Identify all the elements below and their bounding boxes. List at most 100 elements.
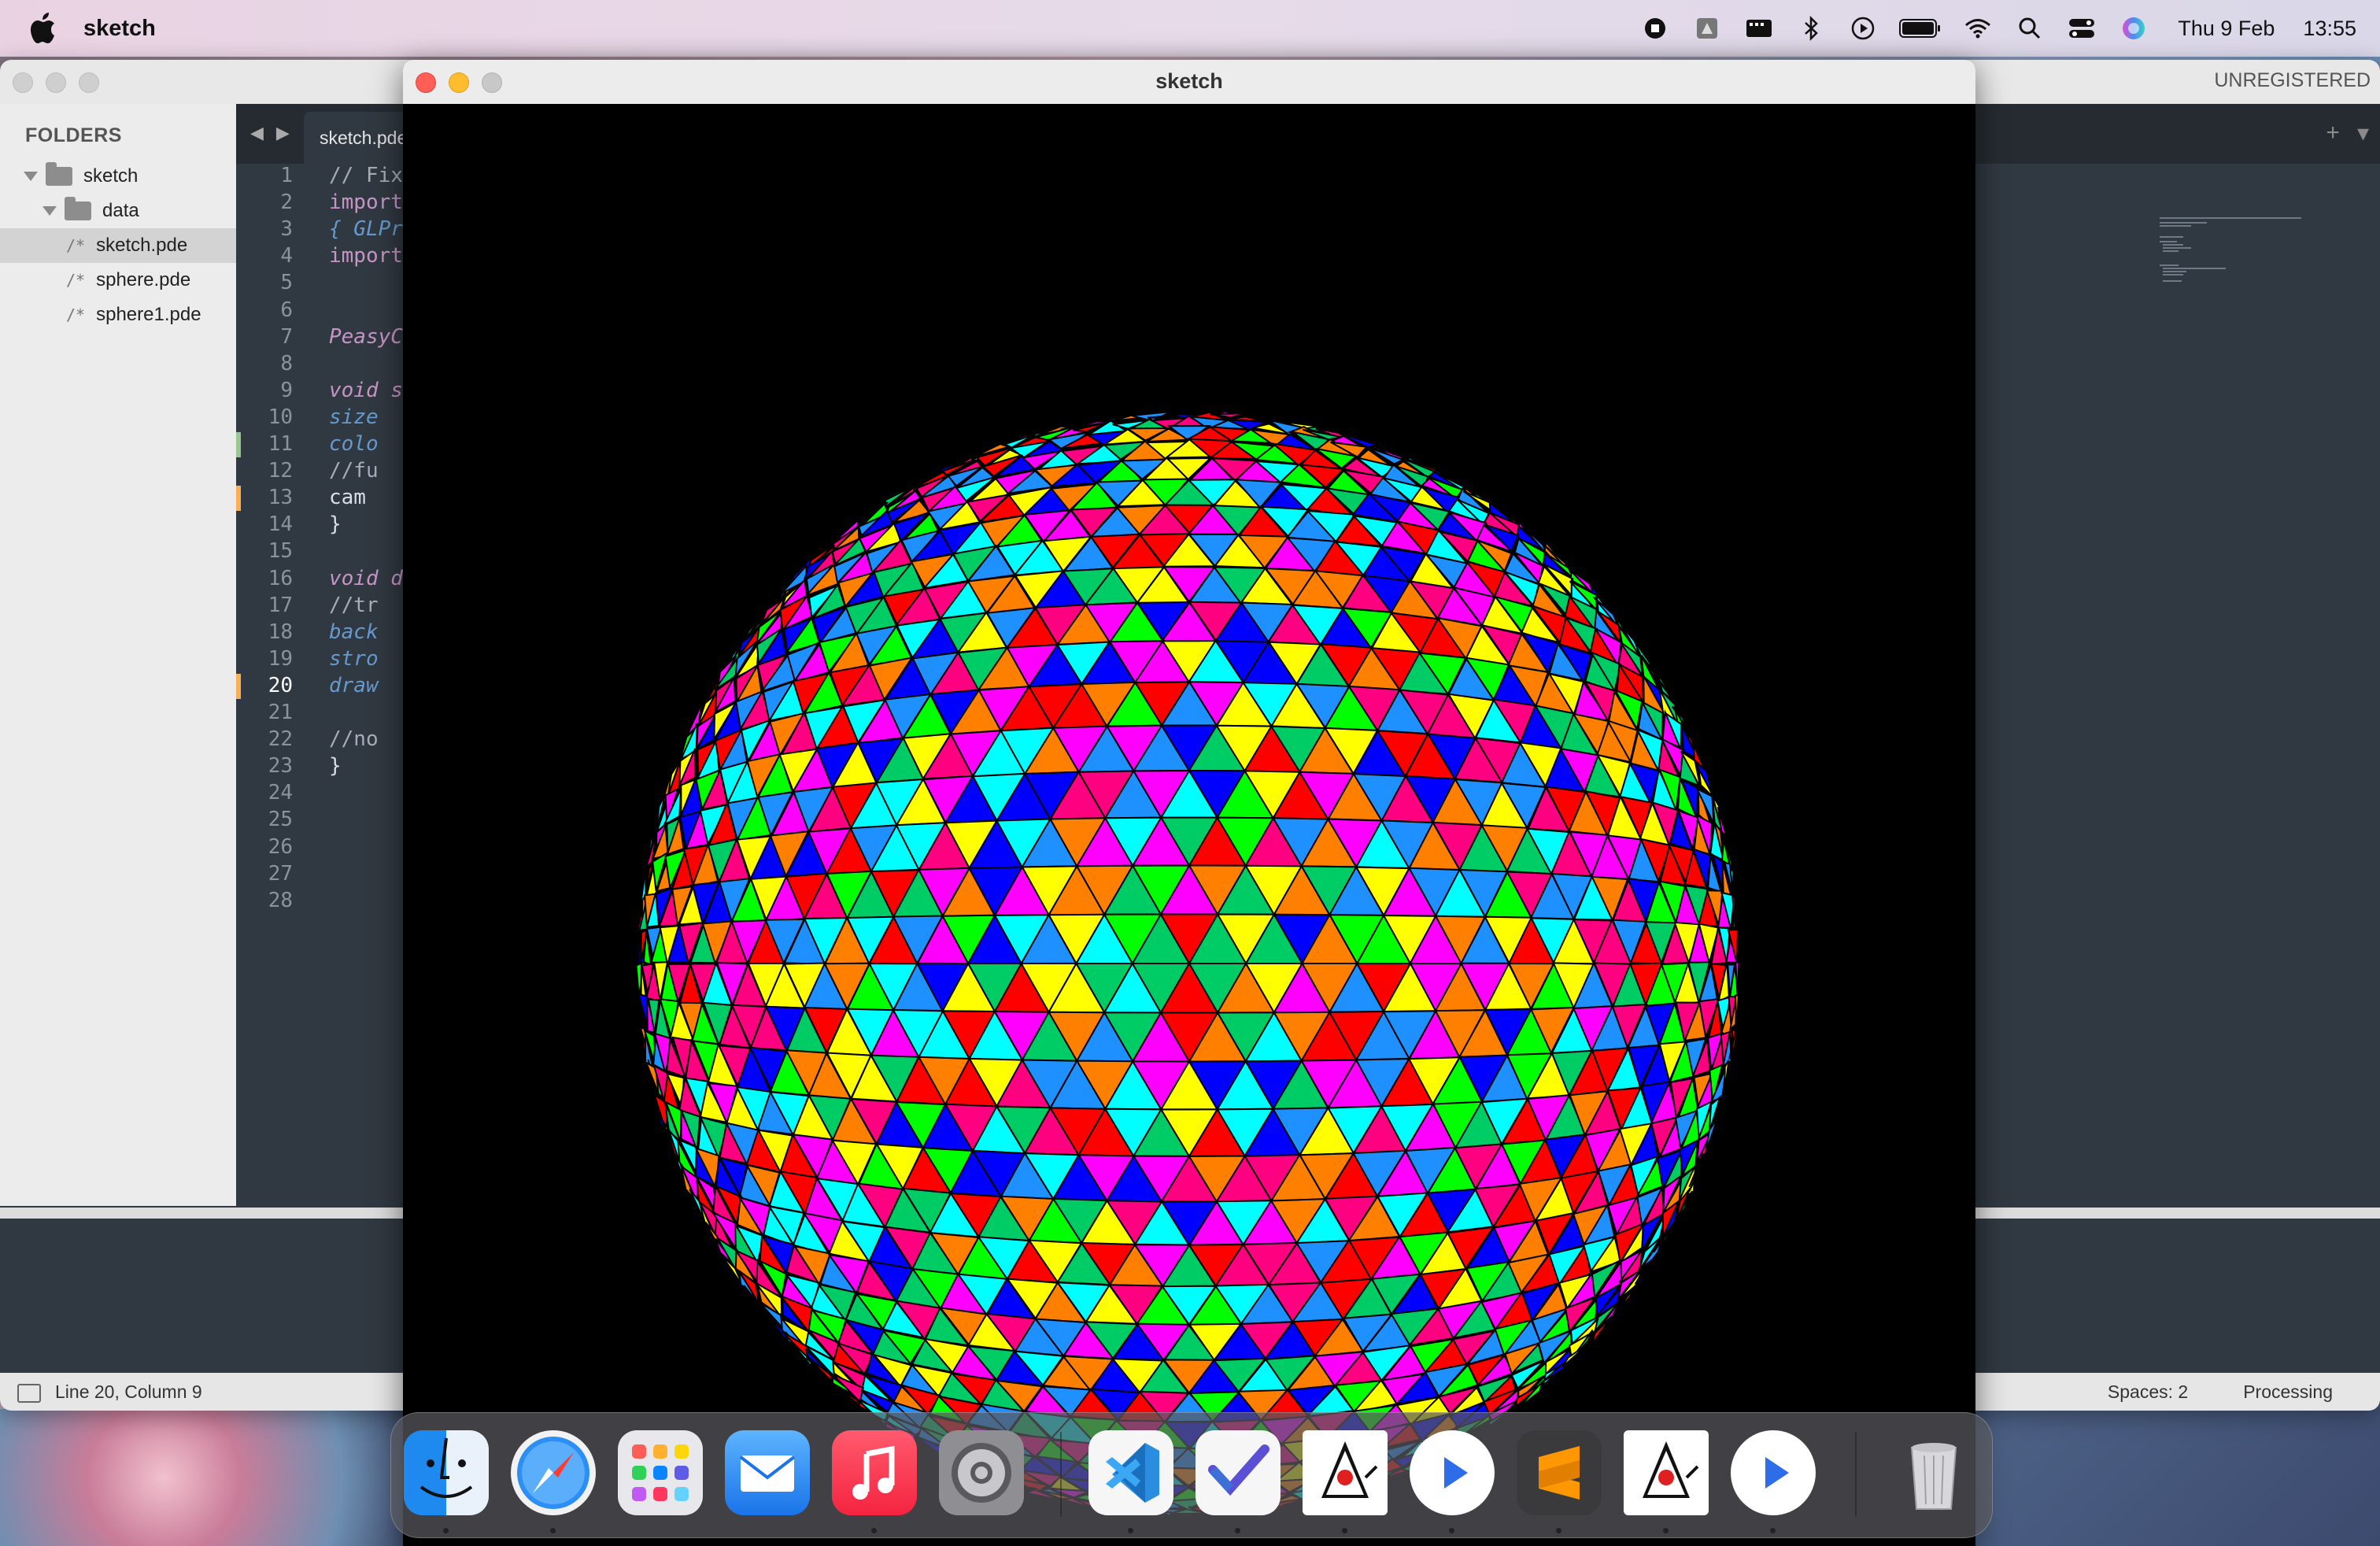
music-icon[interactable]: [832, 1430, 917, 1515]
arc-icon[interactable]: [1691, 13, 1723, 44]
menu-time[interactable]: 13:55: [2303, 17, 2356, 41]
code-line: size: [329, 405, 379, 429]
control-center-icon[interactable]: [2066, 13, 2097, 44]
sidebar-file-sphere1-pde[interactable]: /* sphere1.pde: [0, 298, 236, 332]
line-number: 5: [280, 271, 293, 295]
launchpad-icon[interactable]: [618, 1430, 703, 1515]
siri-icon[interactable]: [2118, 13, 2149, 44]
play-app-icon-2[interactable]: [1731, 1430, 1816, 1515]
code-line: cam: [329, 486, 366, 510]
tab-forward-icon[interactable]: ▶: [276, 123, 290, 143]
syntax-setting[interactable]: Processing: [2243, 1381, 2333, 1403]
modified-line-marker: [236, 486, 241, 512]
line-number: 3: [280, 217, 293, 242]
sidebar-item-label: sketch: [83, 165, 139, 187]
sidebar-folder-sketch[interactable]: sketch: [0, 159, 236, 194]
close-button[interactable]: [13, 72, 33, 93]
line-number: 2: [280, 190, 293, 215]
dock: [390, 1412, 1993, 1538]
running-indicator: [1556, 1528, 1561, 1533]
sublime-text-icon[interactable]: [1517, 1430, 1602, 1515]
minimap[interactable]: [2160, 217, 2317, 296]
running-indicator: [550, 1528, 556, 1533]
screen-record-icon[interactable]: [1639, 13, 1671, 44]
desktop-wallpaper: [0, 1409, 409, 1546]
code-line: }: [329, 754, 342, 779]
code-area[interactable]: // Fix import{ GLPr import PeasyC void s siz…: [329, 164, 408, 1206]
sketch-canvas[interactable]: [403, 104, 1975, 1546]
spotlight-icon[interactable]: [2014, 13, 2046, 44]
zoom-button[interactable]: [79, 72, 99, 93]
line-number: 24: [268, 781, 293, 805]
line-number: 1: [280, 164, 293, 187]
line-number: 9: [280, 378, 293, 402]
editor-window-controls: [13, 72, 99, 93]
line-number: 22: [268, 727, 293, 752]
code-line: { GLPr: [329, 217, 403, 242]
folder-icon: [65, 197, 91, 220]
line-number: 18: [268, 620, 293, 644]
line-number: 21: [268, 701, 293, 724]
line-number: 7: [280, 324, 293, 349]
minimize-button[interactable]: [46, 72, 66, 93]
menu-app-name[interactable]: sketch: [83, 16, 156, 42]
running-indicator: [1449, 1528, 1454, 1533]
running-indicator: [1235, 1528, 1240, 1533]
visual-studio-icon[interactable]: [1196, 1430, 1281, 1515]
code-line: colo: [329, 432, 379, 456]
wifi-icon[interactable]: [1962, 13, 1994, 44]
sidebar-item-label: sphere1.pde: [96, 304, 201, 325]
new-tab-icon[interactable]: +: [2326, 120, 2340, 147]
sidebar-folder-data[interactable]: data: [0, 194, 236, 228]
line-number: 23: [268, 754, 293, 779]
sidebar-file-sphere-pde[interactable]: /* sphere.pde: [0, 263, 236, 298]
mail-icon[interactable]: [725, 1430, 810, 1515]
tab-back-icon[interactable]: ◀: [250, 123, 264, 143]
disclosure-down-icon[interactable]: [42, 206, 57, 216]
sidebar-toggle-icon[interactable]: [17, 1384, 41, 1403]
line-number: 8: [280, 351, 293, 375]
sphere-triangles: [635, 410, 1742, 1517]
tab-tools: + ▾: [2326, 120, 2369, 147]
java-duke-icon-2[interactable]: [1624, 1430, 1709, 1515]
code-line: PeasyC: [329, 324, 403, 349]
line-number: 27: [268, 861, 293, 886]
java-duke-icon[interactable]: [1303, 1430, 1388, 1515]
running-indicator: [443, 1528, 449, 1533]
line-number: 26: [268, 834, 293, 859]
sidebar-item-label: sphere.pde: [96, 269, 191, 290]
line-number: 19: [268, 646, 293, 671]
file-icon: /*: [66, 271, 86, 290]
bluetooth-icon[interactable]: [1795, 13, 1827, 44]
trash-icon[interactable]: [1891, 1430, 1976, 1515]
code-line: draw: [329, 673, 379, 697]
safari-icon[interactable]: [511, 1430, 596, 1515]
disclosure-down-icon[interactable]: [24, 172, 38, 181]
battery-icon[interactable]: [1899, 13, 1942, 44]
play-app-icon[interactable]: [1410, 1430, 1495, 1515]
running-indicator: [1663, 1528, 1669, 1533]
system-settings-icon[interactable]: [939, 1430, 1024, 1515]
line-number: 25: [268, 808, 293, 832]
apple-icon[interactable]: [30, 13, 57, 44]
line-number: 10: [268, 405, 293, 429]
tab-menu-icon[interactable]: ▾: [2357, 120, 2369, 147]
display-icon[interactable]: [1743, 13, 1775, 44]
play-icon[interactable]: [1847, 13, 1879, 44]
line-number: 6: [280, 298, 293, 322]
sidebar-file-sketch-pde[interactable]: /* sketch.pde: [0, 228, 236, 263]
finder-icon[interactable]: [404, 1430, 489, 1515]
menu-bar: sketch Thu 9 Feb 13:55: [0, 0, 2380, 57]
code-line: }: [329, 512, 342, 537]
code-line: void s: [329, 378, 403, 402]
code-line: back: [329, 620, 379, 644]
line-number: 13: [268, 486, 293, 510]
code-line: stro: [329, 646, 379, 671]
menu-date[interactable]: Thu 9 Feb: [2178, 17, 2275, 41]
sidebar-item-label: data: [102, 200, 139, 221]
code-line: //fu: [329, 459, 379, 483]
indentation-setting[interactable]: Spaces: 2: [2108, 1381, 2188, 1403]
vscode-icon[interactable]: [1088, 1430, 1173, 1515]
sketch-titlebar: sketch: [403, 60, 1975, 105]
tab-navigation: ◀ ▶: [250, 123, 290, 143]
